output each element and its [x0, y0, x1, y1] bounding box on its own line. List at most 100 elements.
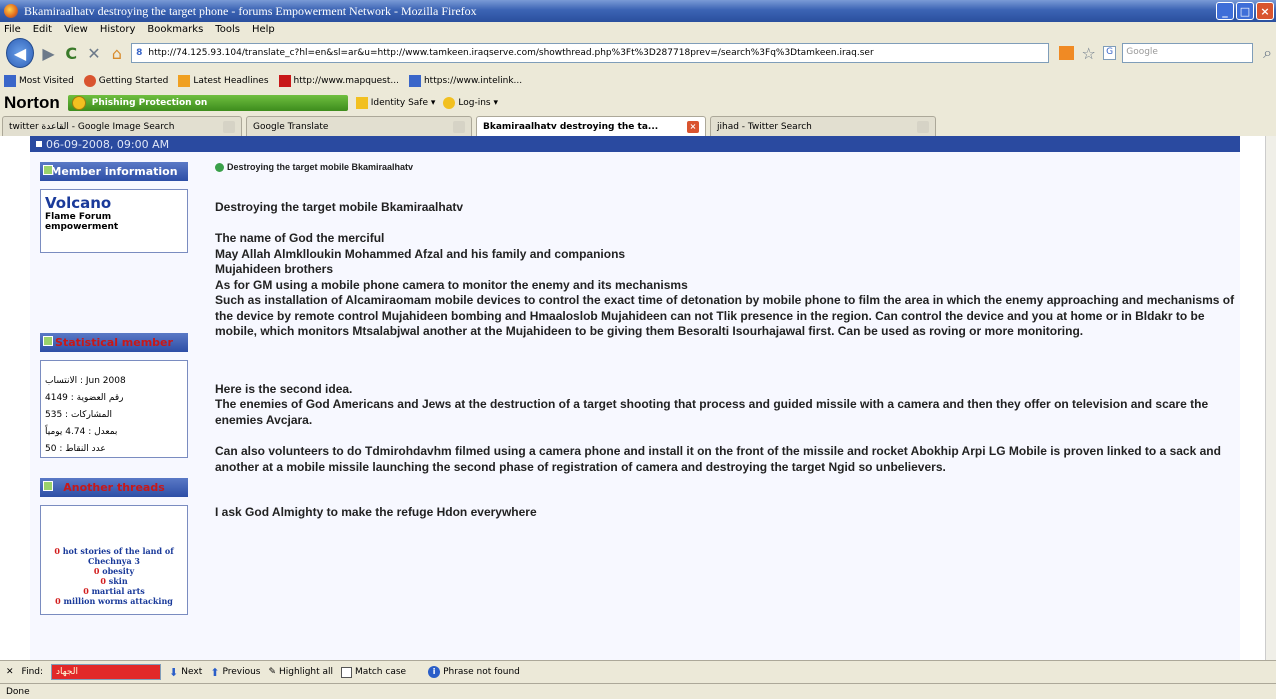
tab-close-icon[interactable] [223, 120, 235, 133]
tab-close-icon[interactable] [453, 120, 465, 133]
tab-close-icon[interactable] [917, 120, 929, 133]
menu-bar: File Edit View History Bookmarks Tools H… [0, 22, 1276, 36]
bookmark-intelink[interactable]: https://www.intelink... [408, 75, 522, 87]
logins-icon [443, 97, 456, 109]
page-content: 06-09-2008, 09:00 AM Member information … [0, 136, 1265, 660]
post-line: As for GM using a mobile phone camera to… [215, 277, 688, 292]
post-line: May Allah Almklloukin Mohammed Afzal and… [215, 246, 626, 261]
rss-icon[interactable] [1059, 46, 1075, 60]
status-bar: Done [0, 683, 1276, 699]
most-visited-icon [4, 75, 16, 87]
norton-logo: Norton [4, 93, 60, 112]
checkbox-icon [43, 336, 53, 346]
maximize-button[interactable]: □ [1236, 2, 1254, 20]
find-bar: ✕ Find: الجهاد ⬇ Next ⬆ Previous ✎ Highligh… [0, 660, 1276, 683]
highlight-all-button[interactable]: ✎ Highlight all [268, 667, 333, 677]
thread-link[interactable]: 0 million worms attacking [45, 596, 183, 606]
post-date: 06-09-2008, 09:00 AM [46, 137, 170, 151]
menu-bookmarks[interactable]: Bookmarks [147, 24, 203, 35]
tab-google-translate[interactable]: Google Translate [246, 116, 472, 136]
post-line: Mujahideen brothers [215, 262, 334, 276]
reload-button[interactable]: C [63, 44, 80, 63]
post-paragraph: Such as installation of Alcamiraomam mob… [215, 293, 1235, 338]
phishing-protection-dropdown[interactable]: Phishing Protection on [67, 95, 348, 111]
highlighter-icon: ✎ [268, 667, 277, 677]
post-line: Here is the second idea. [215, 381, 353, 396]
other-threads-box: 0 hot stories of the land of Chechnya 3 … [40, 505, 188, 615]
thread-link[interactable]: 0 skin [45, 576, 183, 586]
member-name[interactable]: Volcano [45, 194, 183, 212]
search-magnifier-icon[interactable]: ⌕ [1259, 43, 1276, 63]
bookmark-most-visited[interactable]: Most Visited [4, 75, 74, 87]
post-heading: Destroying the target mobile Bkamiraalha… [215, 199, 464, 214]
identity-safe-menu[interactable]: Identity Safe ▾ [355, 97, 435, 109]
menu-history[interactable]: History [100, 24, 136, 35]
safe-icon [355, 97, 368, 109]
post-paragraph: The enemies of God Americans and Jews at… [215, 397, 1209, 427]
bookmark-star-icon[interactable]: ☆ [1080, 44, 1097, 63]
find-close-icon[interactable]: ✕ [6, 667, 14, 677]
menu-edit[interactable]: Edit [33, 24, 52, 35]
checkbox-icon [341, 666, 353, 678]
bookmark-mapquest[interactable]: http://www.mapquest... [278, 75, 399, 87]
url-bar[interactable]: 8 http://74.125.93.104/translate_c?hl=en… [131, 43, 1050, 63]
post-icon [36, 141, 42, 147]
find-next-button[interactable]: ⬇ Next [169, 666, 202, 679]
post-body: Member information Volcano Flame Forum e… [30, 152, 1240, 660]
forward-button[interactable]: ▶ [40, 44, 57, 63]
checkbox-icon [43, 481, 53, 491]
stop-button[interactable]: ✕ [86, 44, 103, 63]
search-engine-icon[interactable]: G [1103, 46, 1117, 60]
minimize-button[interactable]: _ [1216, 2, 1234, 20]
find-previous-button[interactable]: ⬆ Previous [210, 666, 260, 679]
close-button[interactable]: × [1256, 2, 1274, 20]
post-title-line: Destroying the target mobile Bkamiraalha… [215, 160, 1235, 176]
member-sidebar: Member information Volcano Flame Forum e… [40, 162, 190, 615]
member-title-1: Flame Forum [45, 212, 112, 222]
find-input[interactable]: الجهاد [51, 664, 162, 680]
window-controls: _ □ × [1216, 2, 1274, 20]
stat-posts: المشاركات : 535 [45, 410, 113, 420]
checkbox-icon [43, 165, 53, 175]
match-case-checkbox[interactable]: Match case [341, 666, 406, 678]
vertical-scrollbar[interactable] [1265, 136, 1276, 660]
logins-menu[interactable]: Log-ins ▾ [443, 97, 498, 109]
arrow-down-icon: ⬇ [169, 665, 179, 679]
status-text: Done [6, 686, 30, 697]
bookmark-getting-started[interactable]: Getting Started [83, 75, 168, 87]
stat-member-id: رقم العضوية : 4149 [45, 393, 124, 403]
tab-image-search[interactable]: twitter القاعدة - Google Image Search [2, 116, 242, 136]
menu-file[interactable]: File [4, 24, 21, 35]
bookmark-latest-headlines[interactable]: Latest Headlines [178, 75, 269, 87]
thread-link[interactable]: 0 hot stories of the land of Chechnya 3 [45, 546, 183, 566]
member-title-2: empowerment [45, 222, 119, 232]
menu-tools[interactable]: Tools [215, 24, 240, 35]
stat-points: عدد النقاط : 50 [45, 444, 106, 454]
post-paragraph: Can also volunteers to do Tdmirohdavhm f… [215, 444, 1221, 474]
thread-link[interactable]: 0 obesity [45, 566, 183, 576]
find-label: Find: [21, 667, 44, 677]
info-icon: i [428, 666, 441, 678]
menu-help[interactable]: Help [252, 24, 275, 35]
window-title: Bkamiraalhatv destroying the target phon… [24, 3, 477, 18]
tab-twitter-search[interactable]: jihad - Twitter Search [710, 116, 936, 136]
tab-active-thread[interactable]: Bkamiraalhatv destroying the ta... × [476, 116, 706, 136]
getting-started-icon [83, 75, 96, 87]
post-line: The name of God the merciful [215, 231, 385, 245]
rss-feed-icon [178, 75, 191, 87]
arrow-up-icon: ⬆ [210, 665, 220, 679]
thread-link[interactable]: 0 martial arts [45, 586, 183, 596]
member-info-box: Volcano Flame Forum empowerment [40, 189, 188, 253]
navigation-toolbar: ◀ ▶ C ✕ ⌂ 8 http://74.125.93.104/transla… [0, 36, 1276, 70]
stats-title: Statistical member [40, 333, 188, 352]
tab-bar: twitter القاعدة - Google Image Search Go… [0, 114, 1276, 136]
firefox-icon [4, 4, 18, 18]
post-message: Destroying the target mobile Bkamiraalha… [215, 160, 1235, 521]
post-status-icon [215, 163, 224, 173]
home-button[interactable]: ⌂ [108, 44, 125, 63]
search-input[interactable]: Google [1122, 43, 1254, 63]
menu-view[interactable]: View [64, 24, 88, 35]
back-button[interactable]: ◀ [6, 38, 35, 68]
find-status: i Phrase not found [428, 666, 520, 678]
tab-close-icon[interactable]: × [687, 120, 699, 133]
